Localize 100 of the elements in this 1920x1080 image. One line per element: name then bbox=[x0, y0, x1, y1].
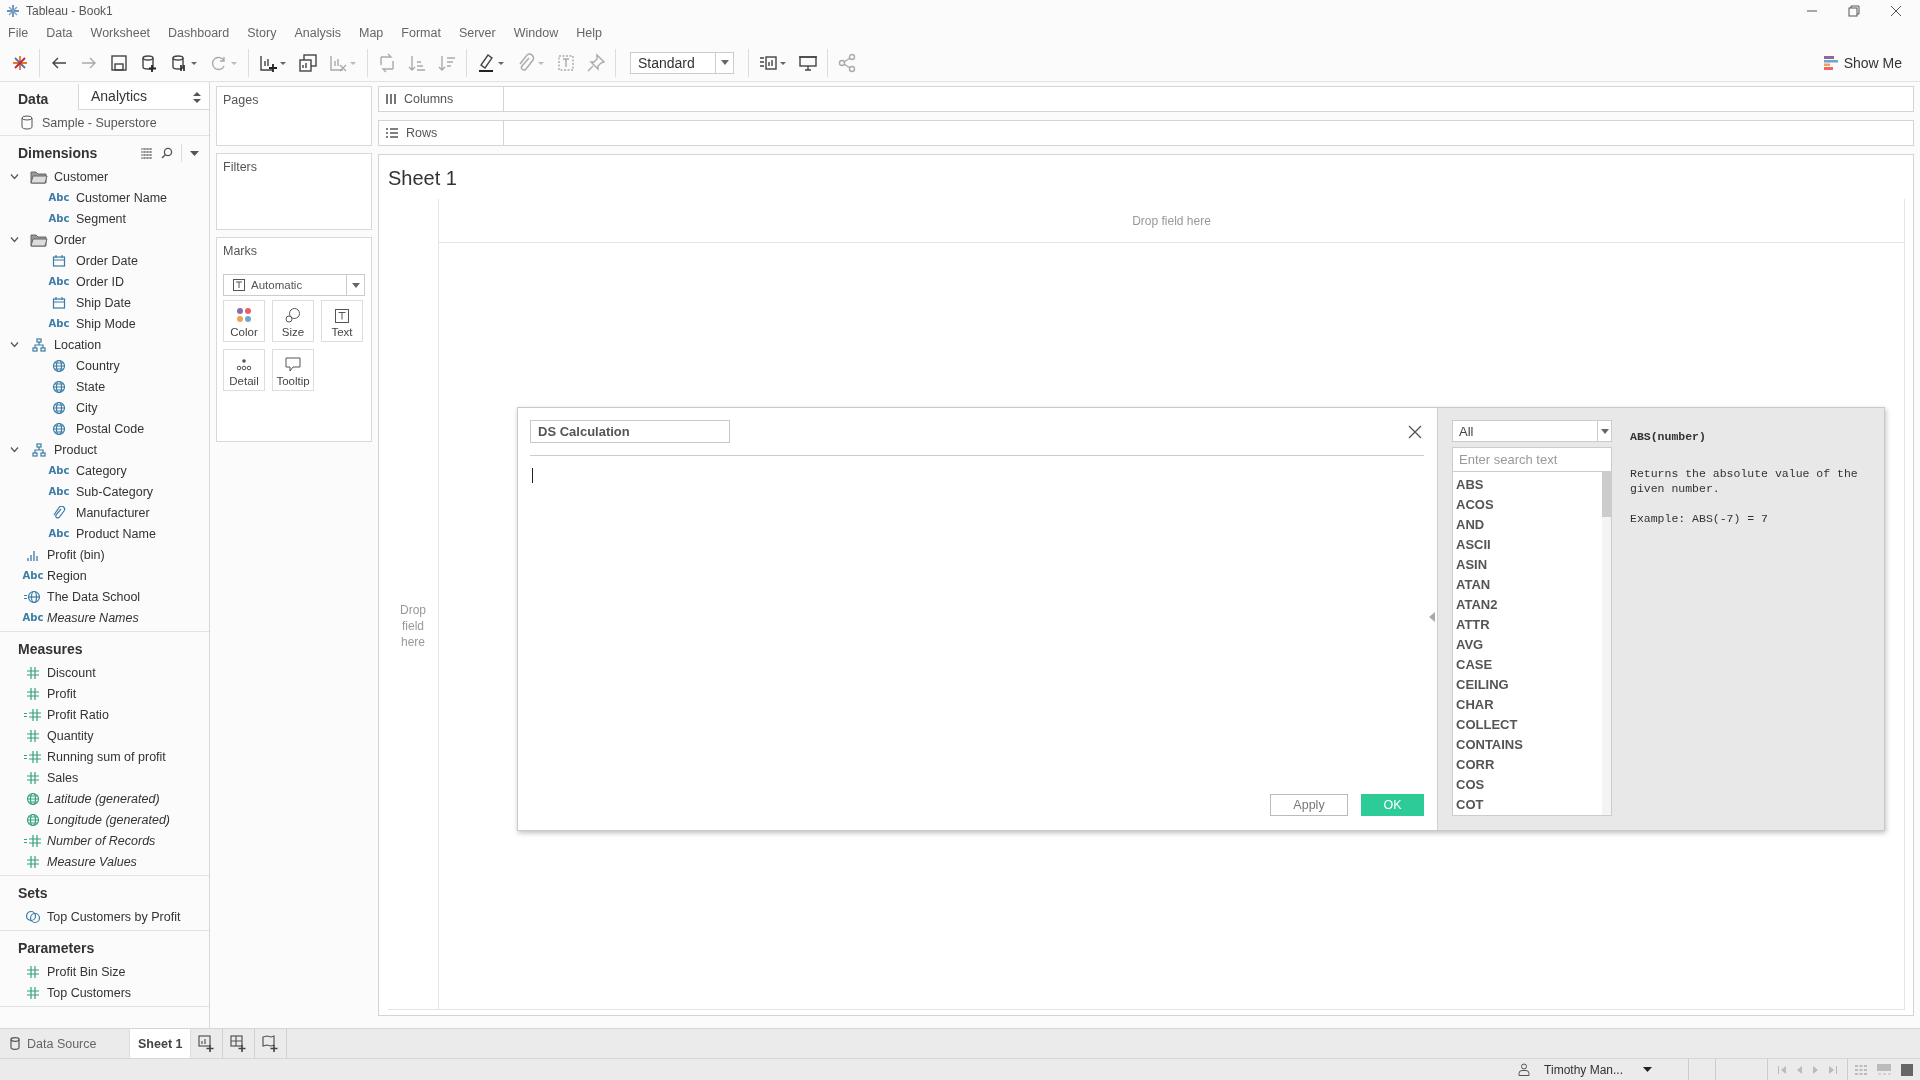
field-name[interactable]: Quantity bbox=[47, 728, 94, 743]
menu-item[interactable]: Worksheet bbox=[90, 26, 151, 40]
marks-button[interactable]: Color bbox=[223, 300, 265, 342]
single-view-icon[interactable] bbox=[1901, 1063, 1913, 1076]
field-name[interactable]: Discount bbox=[47, 665, 96, 680]
field-name[interactable]: Ship Date bbox=[76, 295, 131, 310]
marks-button[interactable]: Tooltip bbox=[272, 349, 314, 391]
function-list-item[interactable]: COLLECT bbox=[1453, 714, 1602, 734]
calculation-name-field[interactable]: DS Calculation bbox=[530, 420, 730, 443]
user-menu[interactable]: Timothy Man... bbox=[1508, 1059, 1662, 1080]
field-name[interactable]: City bbox=[76, 400, 98, 415]
menu-item[interactable]: Story bbox=[247, 26, 277, 40]
close-icon[interactable] bbox=[1888, 3, 1904, 19]
chevron-down-icon[interactable] bbox=[9, 445, 19, 454]
function-list-item[interactable]: CORR bbox=[1453, 754, 1602, 774]
pane-tab[interactable]: Data bbox=[0, 84, 78, 110]
field-name[interactable]: Location bbox=[54, 337, 102, 352]
function-list-item[interactable]: CHAR bbox=[1453, 694, 1602, 714]
function-search-field[interactable]: Enter search text bbox=[1452, 447, 1612, 472]
field-name[interactable]: Running sum of profit bbox=[47, 749, 166, 764]
sheet-tab[interactable]: Sheet 1 bbox=[130, 1029, 192, 1058]
field-name[interactable]: State bbox=[76, 379, 106, 394]
columns-shelf[interactable]: Columns bbox=[378, 86, 1914, 112]
database-pause-icon[interactable] bbox=[169, 52, 199, 73]
restore-icon[interactable] bbox=[1846, 3, 1862, 19]
scrollbar-thumb[interactable] bbox=[1602, 472, 1611, 517]
field-name[interactable]: Segment bbox=[76, 211, 127, 226]
data-source-name[interactable]: Sample - Superstore bbox=[42, 115, 157, 130]
pane-tab[interactable]: Analytics bbox=[78, 84, 209, 110]
field-name[interactable]: Order Date bbox=[76, 253, 138, 268]
field-name[interactable]: Product bbox=[54, 442, 98, 457]
function-list-item[interactable]: AVG bbox=[1453, 634, 1602, 654]
field-name[interactable]: Order bbox=[54, 232, 86, 247]
field-name[interactable]: Manufacturer bbox=[76, 505, 150, 520]
menu-item[interactable]: Analysis bbox=[294, 26, 341, 40]
field-name[interactable]: Top Customers by Profit bbox=[47, 909, 181, 924]
function-list-item[interactable]: CEILING bbox=[1453, 674, 1602, 694]
new-dashboard-icon[interactable] bbox=[230, 1034, 248, 1053]
highlighter-icon[interactable] bbox=[476, 52, 506, 73]
menu-item[interactable]: Dashboard bbox=[168, 26, 230, 40]
field-name[interactable]: Profit bbox=[47, 686, 77, 701]
field-name[interactable]: Profit Ratio bbox=[47, 707, 109, 722]
field-name[interactable]: Profit Bin Size bbox=[47, 964, 126, 979]
field-name[interactable]: Product Name bbox=[76, 526, 156, 541]
field-name[interactable]: Number of Records bbox=[47, 833, 156, 848]
duplicate-chart-icon[interactable] bbox=[298, 52, 318, 73]
menu-item[interactable]: Server bbox=[458, 26, 496, 40]
menu-item[interactable]: File bbox=[8, 26, 29, 40]
mark-type-dropdown[interactable]: Automatic bbox=[223, 274, 365, 296]
function-category-dropdown[interactable]: All bbox=[1452, 420, 1612, 442]
paperclip-icon[interactable] bbox=[516, 52, 546, 73]
menu-item[interactable]: Data bbox=[46, 26, 73, 40]
function-list-item[interactable]: CONTAINS bbox=[1453, 734, 1602, 754]
chevron-down-icon[interactable] bbox=[9, 235, 19, 244]
field-name[interactable]: The Data School bbox=[47, 589, 141, 604]
field-name[interactable]: Region bbox=[47, 568, 87, 583]
menu-item[interactable]: Map bbox=[358, 26, 384, 40]
new-worksheet-icon[interactable] bbox=[198, 1034, 216, 1053]
grid-dots-icon[interactable] bbox=[1855, 1064, 1867, 1075]
field-name[interactable]: Postal Code bbox=[76, 421, 145, 436]
function-list-item[interactable]: ATAN2 bbox=[1453, 594, 1602, 614]
field-name[interactable]: Top Customers bbox=[47, 985, 132, 1000]
rows-shelf[interactable]: Rows bbox=[378, 120, 1914, 146]
function-list-item[interactable]: CASE bbox=[1453, 654, 1602, 674]
field-name[interactable]: Measure Names bbox=[47, 610, 139, 625]
show-me-button[interactable]: Show Me bbox=[1815, 51, 1910, 74]
field-name[interactable]: Measure Values bbox=[47, 854, 137, 869]
close-icon[interactable] bbox=[1408, 424, 1422, 439]
apply-button[interactable]: Apply bbox=[1270, 794, 1348, 816]
fit-dropdown[interactable]: Standard bbox=[630, 51, 734, 74]
grid-view-icon[interactable] bbox=[141, 147, 153, 159]
caret-down-icon[interactable] bbox=[190, 150, 199, 156]
new-story-icon[interactable] bbox=[262, 1034, 280, 1053]
marks-button[interactable]: Size bbox=[272, 300, 314, 342]
field-name[interactable]: Sales bbox=[47, 770, 79, 785]
function-list-item[interactable]: COT bbox=[1453, 794, 1602, 814]
field-name[interactable]: Ship Mode bbox=[76, 316, 136, 331]
database-plus-icon[interactable] bbox=[139, 52, 159, 73]
marks-button[interactable]: Text bbox=[321, 300, 363, 342]
function-list-item[interactable]: AND bbox=[1453, 514, 1602, 534]
function-list-item[interactable]: ATTR bbox=[1453, 614, 1602, 634]
field-name[interactable]: Order ID bbox=[76, 274, 124, 289]
chevron-down-icon[interactable] bbox=[9, 172, 19, 181]
menu-item[interactable]: Format bbox=[401, 26, 441, 40]
marks-button[interactable]: Detail bbox=[223, 349, 265, 391]
menu-item[interactable]: Help bbox=[576, 26, 602, 40]
function-list-item[interactable]: ACOS bbox=[1453, 494, 1602, 514]
function-list-item[interactable]: ASIN bbox=[1453, 554, 1602, 574]
menu-item[interactable]: Window bbox=[513, 26, 559, 40]
field-name[interactable]: Customer Name bbox=[76, 190, 167, 205]
function-list-item[interactable]: ASCII bbox=[1453, 534, 1602, 554]
field-name[interactable]: Customer bbox=[54, 169, 109, 184]
field-name[interactable]: Country bbox=[76, 358, 120, 373]
field-name[interactable]: Latitude (generated) bbox=[47, 791, 160, 806]
chevron-down-icon[interactable] bbox=[9, 340, 19, 349]
function-list-item[interactable]: ATAN bbox=[1453, 574, 1602, 594]
field-name[interactable]: Profit (bin) bbox=[47, 547, 105, 562]
field-name[interactable]: Longitude (generated) bbox=[47, 812, 170, 827]
save-icon[interactable] bbox=[109, 52, 129, 73]
function-list-item[interactable]: ABS bbox=[1453, 474, 1602, 494]
